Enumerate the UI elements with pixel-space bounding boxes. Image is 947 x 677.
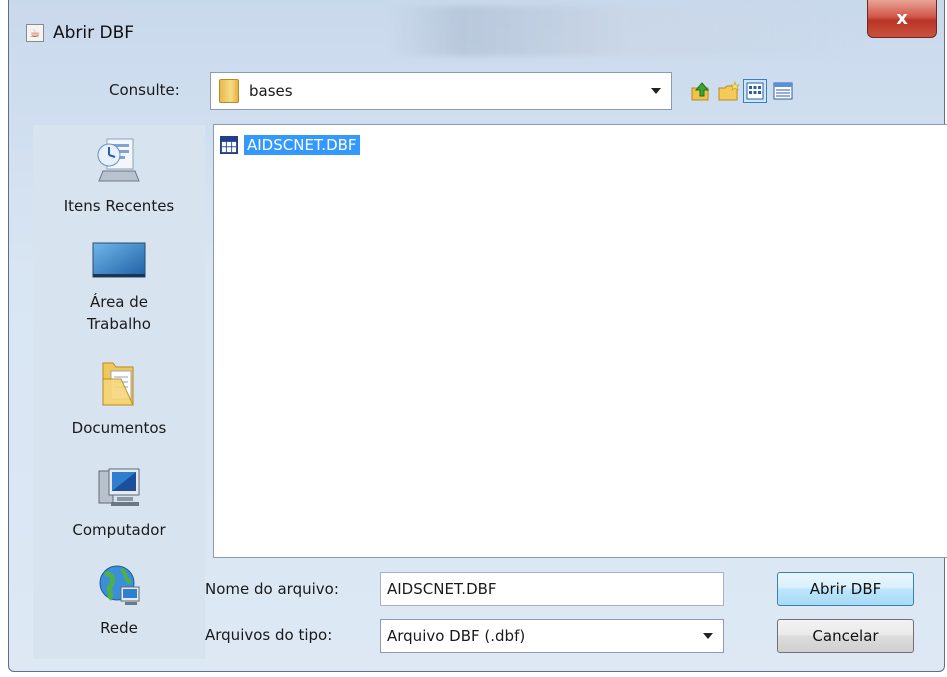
file-name: AIDSCNET.DBF [244,135,360,155]
new-folder-button[interactable] [717,80,741,104]
places-sidebar: Itens Recentes Área de Trabalho Document… [33,125,205,659]
background-blur [389,6,869,56]
java-app-icon: ☕ [26,24,44,42]
place-desktop[interactable]: Área de Trabalho [33,241,205,335]
place-network[interactable]: Rede [33,561,205,637]
computer-icon [98,468,140,506]
dialog-window: ☕ Abrir DBF x Consulte: bases Itens Rece… [8,0,947,672]
place-recent-items[interactable]: Itens Recentes [33,135,205,215]
place-label: Área de Trabalho [87,293,151,333]
open-button[interactable]: Abrir DBF [777,572,914,606]
place-label: Rede [100,619,138,637]
filetype-value: Arquivo DBF (.dbf) [387,627,526,645]
lookin-value: bases [249,82,293,100]
place-label: Computador [72,521,166,539]
close-icon: x [896,8,908,29]
list-view-icon [746,82,764,100]
chevron-down-icon [651,88,661,94]
up-folder-icon [691,82,710,101]
file-item[interactable]: AIDSCNET.DBF [220,134,360,156]
filename-label: Nome do arquivo: [205,580,339,598]
filetype-label: Arquivos do tipo: [205,626,333,644]
folder-icon [219,79,239,103]
chevron-down-icon [703,633,713,639]
window-title: Abrir DBF [53,23,135,43]
documents-folder-icon [102,362,134,406]
lookin-label: Consulte: [109,81,180,99]
cancel-button-label: Cancelar [812,627,879,645]
title-bar: ☕ Abrir DBF x [9,0,944,60]
open-button-label: Abrir DBF [809,580,882,598]
place-label: Itens Recentes [63,197,175,215]
dbf-file-icon [220,136,238,154]
place-label: Documentos [71,419,167,437]
lookin-combo[interactable]: bases [210,72,672,110]
new-folder-icon [718,81,740,101]
filename-value: AIDSCNET.DBF [387,580,497,598]
filetype-combo[interactable]: Arquivo DBF (.dbf) [380,619,724,653]
details-view-button[interactable] [771,79,795,103]
recent-items-icon [97,138,140,182]
details-view-icon [773,82,793,100]
place-documents[interactable]: Documentos [33,357,205,437]
network-globe-icon [99,565,140,605]
desktop-icon [92,242,146,278]
close-button[interactable]: x [867,0,937,38]
up-folder-button[interactable] [689,80,713,104]
file-list[interactable]: AIDSCNET.DBF [213,124,947,558]
list-view-button[interactable] [743,79,767,103]
filename-input[interactable]: AIDSCNET.DBF [380,572,724,606]
cancel-button[interactable]: Cancelar [777,619,914,653]
place-computer[interactable]: Computador [33,465,205,539]
